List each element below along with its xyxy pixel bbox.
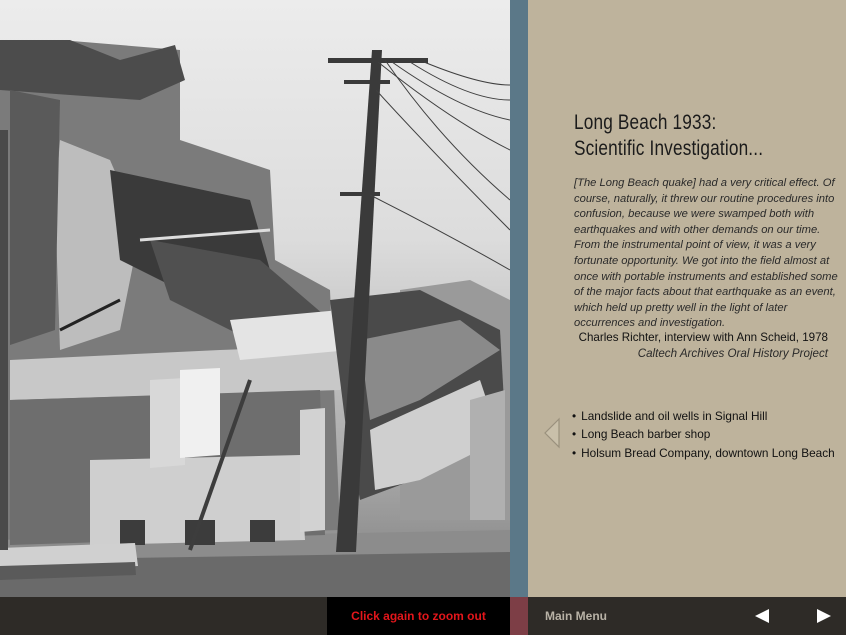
link-holsum-bread[interactable]: Holsum Bread Company, downtown Long Beac… [572, 444, 844, 462]
divider-strip [510, 0, 528, 597]
related-links: Landslide and oil wells in Signal Hill L… [572, 407, 844, 462]
zoom-out-button[interactable]: Click again to zoom out [327, 597, 510, 635]
title-line-2: Scientific Investigation... [574, 137, 764, 160]
triangle-left-icon[interactable] [752, 606, 772, 626]
earthquake-photo[interactable] [0, 0, 510, 597]
bottom-bar: Click again to zoom out Main Menu [0, 597, 846, 635]
info-panel: Long Beach 1933: Scientific Investigatio… [528, 0, 846, 597]
link-signal-hill[interactable]: Landslide and oil wells in Signal Hill [572, 407, 844, 425]
quote-text: [The Long Beach quake] had a very critic… [574, 177, 838, 330]
attribution-author: Charles Richter, interview with Ann Sche… [578, 331, 828, 344]
triangle-right-icon[interactable] [814, 606, 834, 626]
link-barber-shop[interactable]: Long Beach barber shop [572, 425, 844, 443]
photo-drawing [0, 40, 510, 597]
attribution-source: Caltech Archives Oral History Project [637, 347, 828, 360]
triangle-left-outline-icon[interactable] [543, 417, 561, 449]
bar-accent [510, 597, 528, 635]
page-title: Long Beach 1933: Scientific Investigatio… [574, 110, 787, 162]
title-line-1: Long Beach 1933: [574, 111, 717, 134]
main-menu-button[interactable]: Main Menu [545, 597, 607, 635]
attribution: Charles Richter, interview with Ann Sche… [558, 330, 828, 362]
